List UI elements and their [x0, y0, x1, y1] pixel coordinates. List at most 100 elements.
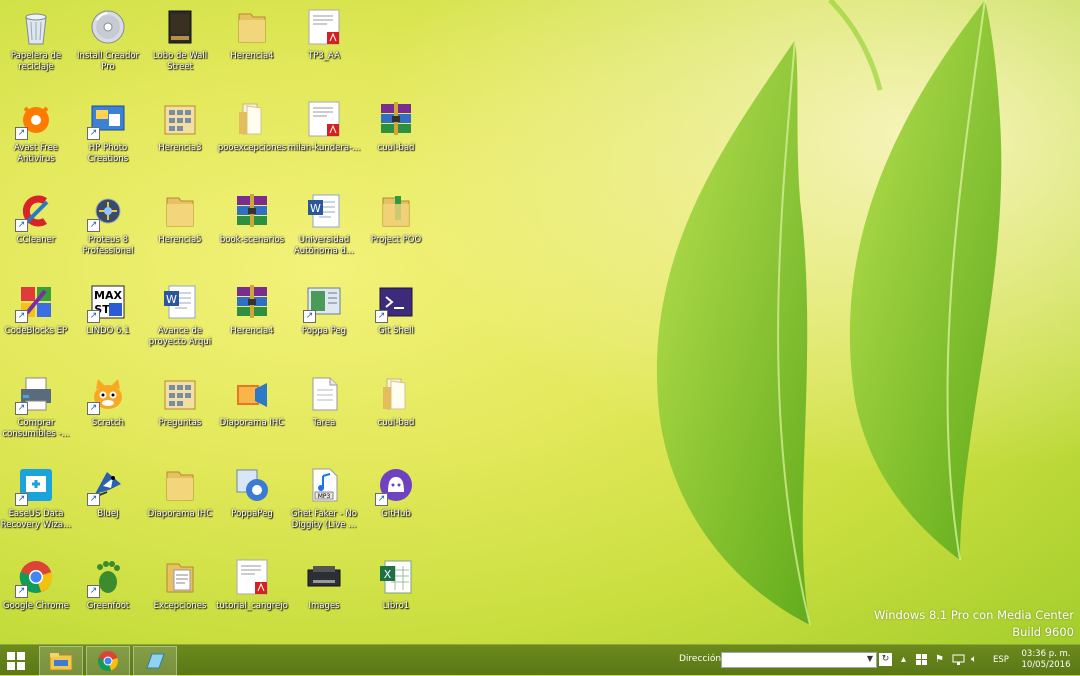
desktop-icon-label: Greenfoot — [86, 601, 130, 611]
desktop-icon[interactable]: ↗ Comprar consumibles -... — [0, 371, 72, 455]
desktop-icon[interactable]: Preguntas — [144, 371, 216, 455]
desktop-icon[interactable]: ↗ EaseUS Data Recovery Wiza... — [0, 462, 72, 546]
taskbar-clock[interactable]: 03:36 p. m. 10/05/2016 — [1020, 649, 1072, 671]
desktop-icon[interactable]: PoppaPeg — [216, 462, 288, 546]
desktop-icon[interactable]: Herencia5 — [144, 188, 216, 272]
desktop-icon-label: book-scenarios — [219, 235, 285, 245]
desktop-icon[interactable]: Papelera de reciclaje — [0, 4, 72, 88]
pdf-icon — [305, 100, 343, 138]
desktop-icon[interactable]: ↗ Google Chrome — [0, 554, 72, 638]
desktop-icon[interactable]: Herencia4 — [216, 279, 288, 363]
desktop-icon[interactable]: Images — [288, 554, 360, 638]
desktop-icon[interactable]: ↗ BlueJ — [72, 462, 144, 546]
desktop-icon[interactable]: ↗ HP Photo Creations — [72, 96, 144, 180]
address-go-icon[interactable]: ↻ — [879, 653, 892, 666]
desktop-icon[interactable]: ↗ Poppa Peg — [288, 279, 360, 363]
desktop-icon[interactable]: pooexcepciones — [216, 96, 288, 180]
desktop-icon-label: Herencia4 — [230, 51, 274, 61]
lindo-icon: MAX ST ↗ — [87, 283, 127, 323]
language-indicator[interactable]: ESP — [993, 655, 1009, 665]
poppa-icon: ↗ — [303, 283, 343, 323]
desktop-icon[interactable]: Lobo de Wall Street — [144, 4, 216, 88]
shortcut-arrow-icon: ↗ — [303, 310, 316, 323]
grid-folder-icon — [161, 375, 199, 413]
text-file-icon — [305, 375, 343, 413]
desktop-icon[interactable]: cuul-bad — [360, 371, 432, 455]
rar-icon — [377, 100, 415, 138]
shortcut-arrow-icon: ↗ — [87, 585, 100, 598]
chrome-icon: ↗ — [15, 558, 55, 598]
volume-icon[interactable]: 🔈︎ — [971, 654, 977, 665]
rar-icon — [233, 283, 271, 321]
desktop-icon[interactable]: ↗ Git Shell — [360, 279, 432, 363]
desktop-icon-label: Git Shell — [378, 326, 414, 336]
desktop-icon[interactable]: Tarea — [288, 371, 360, 455]
desktop-icon[interactable]: book-scenarios — [216, 188, 288, 272]
desktop-icon-label: Papelera de reciclaje — [10, 51, 62, 72]
bluej-icon: ↗ — [87, 466, 127, 506]
taskbar-app-button[interactable] — [133, 646, 177, 676]
address-toolbar-input[interactable]: ▼ — [721, 652, 877, 668]
proteus-icon: ↗ — [87, 192, 127, 232]
desktop-icon[interactable]: ↗ Proteus 8 Professional — [72, 188, 144, 272]
desktop-icon[interactable]: W Avance de proyecto Arqui — [144, 279, 216, 363]
greenfoot-icon: ↗ — [87, 558, 127, 598]
taskbar-file-explorer-button[interactable] — [39, 646, 83, 676]
windows-start-icon[interactable] — [6, 651, 26, 671]
desktop-icon[interactable]: Diaporama IHC — [144, 462, 216, 546]
shortcut-arrow-icon: ↗ — [87, 493, 100, 506]
folder-doc-icon — [161, 558, 199, 596]
desktop-icon[interactable]: milan-kundera-... — [288, 96, 360, 180]
desktop-icon-label: Images — [308, 601, 340, 611]
disc-icon — [89, 8, 127, 46]
folder-open-icon — [377, 375, 415, 413]
desktop-icon[interactable]: Herencia4 — [216, 4, 288, 88]
chevron-down-icon[interactable]: ▼ — [867, 654, 873, 663]
desktop-icon[interactable]: TP3_AA — [288, 4, 360, 88]
desktop-icon-label: Scratch — [91, 418, 125, 428]
show-hidden-icons-icon[interactable]: ▴ — [901, 654, 906, 665]
clock-time: 03:36 p. m. — [1021, 649, 1071, 659]
desktop-icon[interactable]: ↗ Avast Free Antivirus — [0, 96, 72, 180]
desktop-icon-label: GitHub — [381, 509, 411, 519]
desktop-icon[interactable]: cuul-bad — [360, 96, 432, 180]
desktop-icon[interactable]: ↗ GitHub — [360, 462, 432, 546]
network-icon[interactable] — [952, 654, 965, 666]
shortcut-arrow-icon: ↗ — [15, 219, 28, 232]
desktop-icon[interactable]: ↗ Greenfoot — [72, 554, 144, 638]
action-center-flag-icon[interactable]: ⚑ — [935, 654, 944, 665]
desktop-icon[interactable]: Install Creador Pro — [72, 4, 144, 88]
desktop-icon[interactable]: Diaporama IHC — [216, 371, 288, 455]
desktop-icon-label: Diaporama IHC — [147, 509, 213, 519]
desktop-icon[interactable]: MP3 Ghet Faker - No Diggity (Live ... — [288, 462, 360, 546]
desktop-icon-label: Poppa Peg — [301, 326, 347, 336]
desktop-icon[interactable]: X Libro1 — [360, 554, 432, 638]
file-explorer-icon — [49, 653, 73, 671]
chrome-icon — [98, 651, 118, 671]
windows-build: Build 9600 — [1012, 625, 1074, 639]
desktop-icon[interactable]: Excepciones — [144, 554, 216, 638]
avast-icon: ↗ — [15, 100, 55, 140]
desktop-icon-label: HP Photo Creations — [87, 143, 129, 164]
desktop-icon[interactable]: MAX ST ↗ LINDO 6.1 — [72, 279, 144, 363]
desktop-icon[interactable]: ↗ CodeBlocks EP — [0, 279, 72, 363]
ccleaner-icon: ↗ — [15, 192, 55, 232]
shortcut-arrow-icon: ↗ — [15, 493, 28, 506]
clock-date: 10/05/2016 — [1021, 660, 1071, 670]
shortcut-arrow-icon: ↗ — [87, 310, 100, 323]
grid-folder-icon — [161, 100, 199, 138]
desktop-icon[interactable]: W Universidad Autónoma d... — [288, 188, 360, 272]
desktop-icon-label: cuul-bad — [377, 418, 415, 428]
shortcut-arrow-icon: ↗ — [15, 310, 28, 323]
desktop-icon[interactable]: Herencia3 — [144, 96, 216, 180]
desktop-icon-label: Preguntas — [158, 418, 202, 428]
desktop-icon[interactable]: Project POO — [360, 188, 432, 272]
desktop-icon-label: Herencia4 — [230, 326, 274, 336]
windows-tray-icon[interactable] — [916, 654, 927, 665]
desktop-icon[interactable]: tutorial_cangrejo — [216, 554, 288, 638]
taskbar-chrome-button[interactable] — [86, 646, 130, 676]
desktop-icon[interactable]: ↗ CCleaner — [0, 188, 72, 272]
windows-watermark: Windows 8.1 Pro con Media Center Build 9… — [874, 607, 1074, 641]
desktop-icon[interactable]: ↗ Scratch — [72, 371, 144, 455]
desktop-icon-label: milan-kundera-... — [287, 143, 361, 153]
